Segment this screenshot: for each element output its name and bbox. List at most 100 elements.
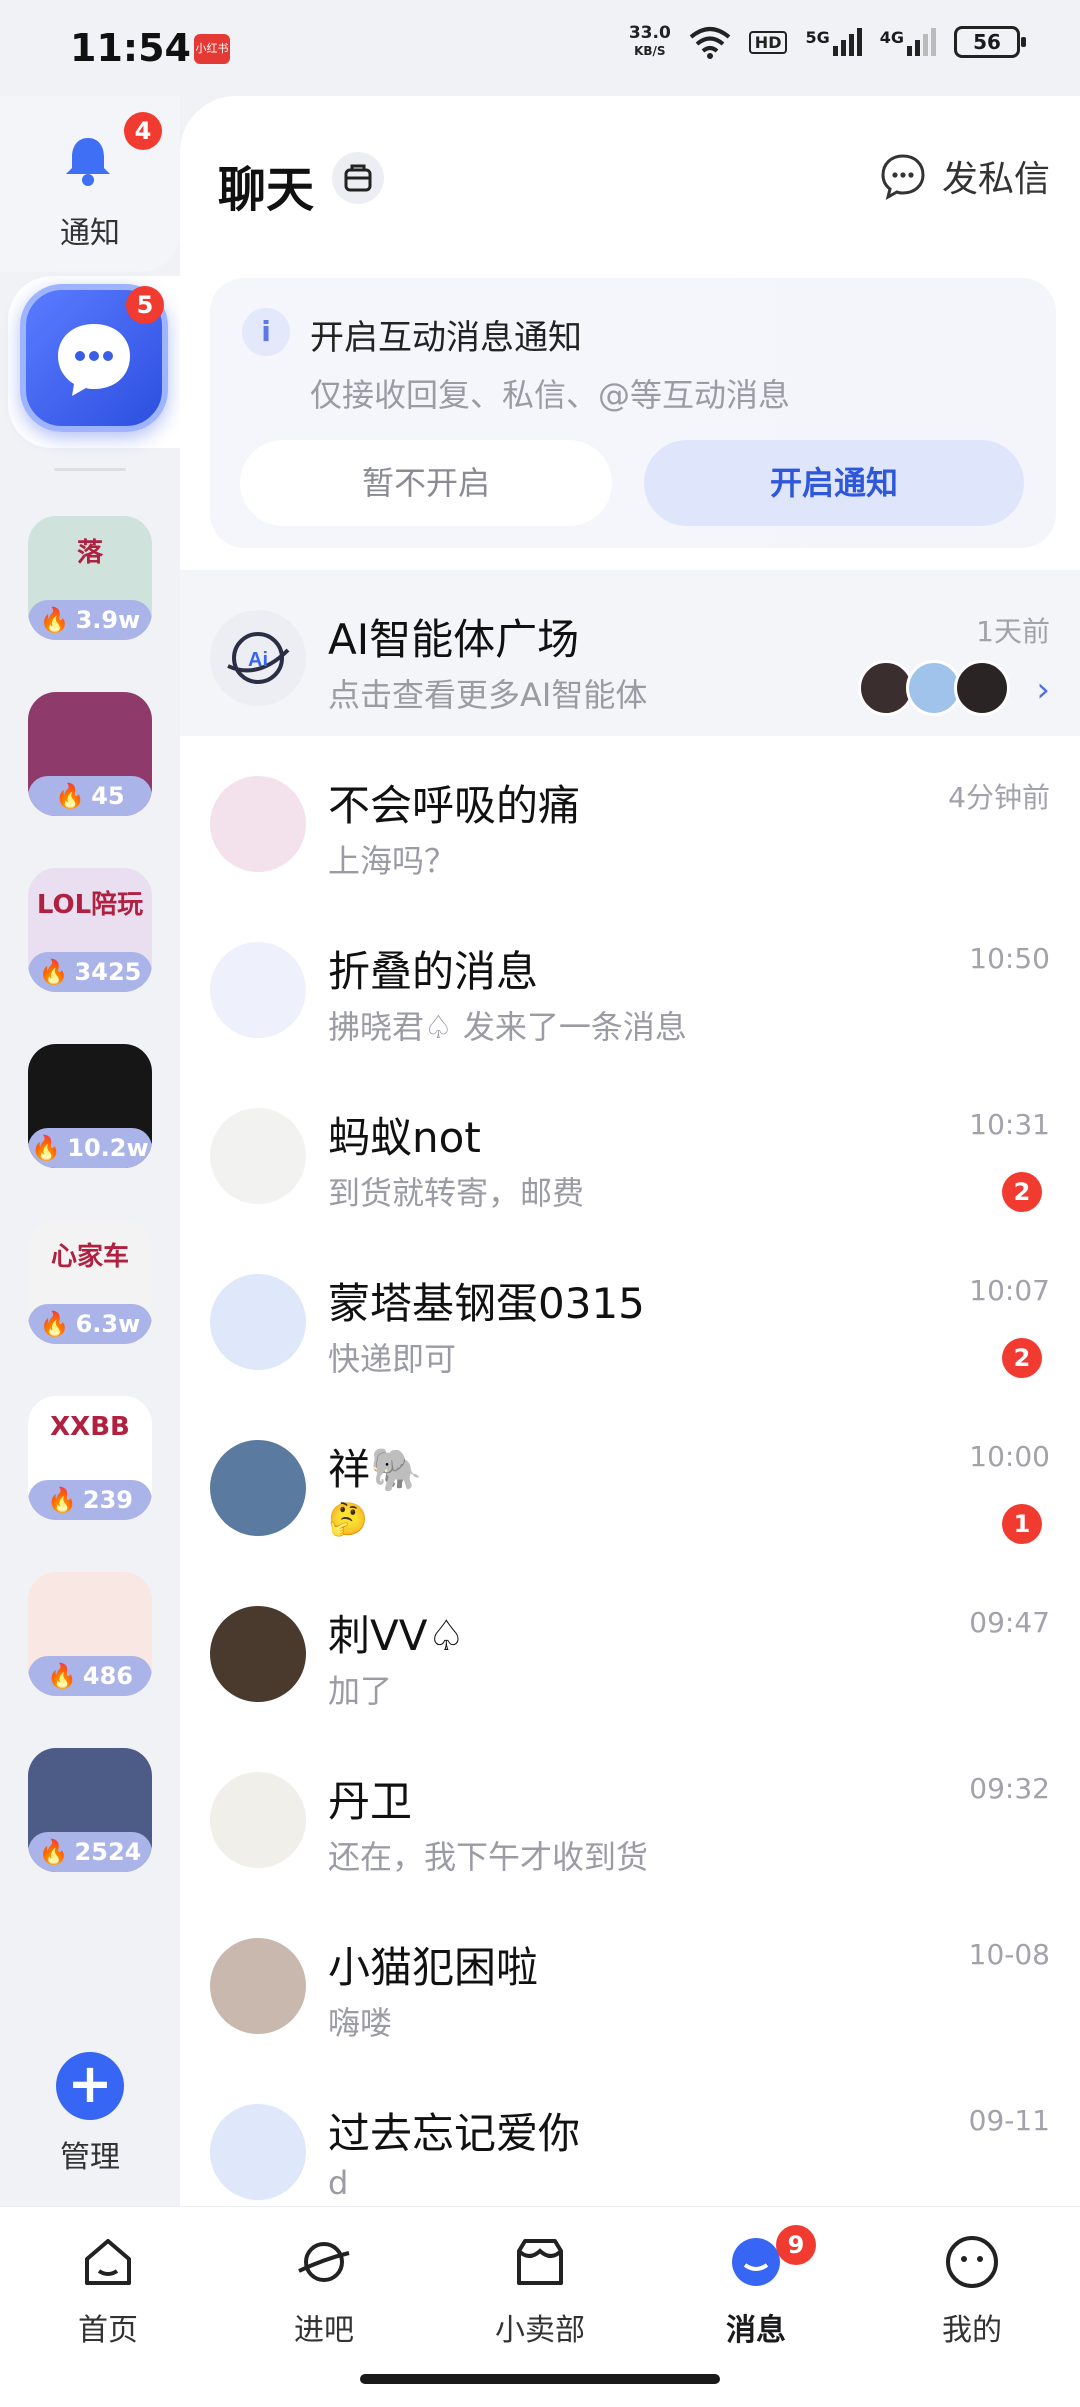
nav-forum[interactable]: 进吧	[254, 2231, 394, 2349]
chat-time: 10-08	[968, 1938, 1050, 1971]
chat-preview: d	[328, 2164, 349, 2202]
chat-badge: 5	[126, 286, 164, 324]
avatar	[210, 942, 306, 1038]
status-app-badge: 小红书	[194, 34, 230, 64]
fire-icon: 🔥	[55, 782, 86, 810]
fire-icon: 🔥	[39, 1310, 70, 1338]
chat-time: 10:50	[969, 942, 1050, 975]
chat-row[interactable]: 祥🐘 🤔 10:00 1	[180, 1400, 1080, 1566]
unread-badge: 2	[1002, 1172, 1042, 1212]
home-indicator[interactable]	[360, 2374, 720, 2384]
nav-home[interactable]: 首页	[38, 2231, 178, 2349]
rail-forum-item[interactable]: 🔥 2524	[28, 1748, 152, 1872]
notification-prompt-subtitle: 仅接收回复、私信、@等互动消息	[310, 376, 791, 414]
chat-time: 4分钟前	[948, 781, 1050, 814]
chat-time: 10:07	[969, 1274, 1050, 1307]
nav-home-label: 首页	[78, 2313, 138, 2348]
nav-messages[interactable]: 消息 9	[686, 2225, 826, 2349]
planet-icon	[298, 2242, 350, 2282]
chat-time: 09:32	[969, 1772, 1050, 1805]
chat-preview: 还在，我下午才收到货	[328, 1838, 649, 1876]
fire-icon: 🔥	[38, 1838, 69, 1866]
chat-name: 过去忘记爱你	[328, 2109, 581, 2158]
status-icons: 33.0 KB/S HD 5G 4G 56	[629, 24, 1026, 60]
chat-row[interactable]: 丹卫还在，我下午才收到货 09:32	[180, 1732, 1080, 1898]
chat-row[interactable]: 不会呼吸的痛 上海吗？ 4分钟前	[180, 736, 1080, 902]
ai-agent-plaza-row[interactable]: Ai AI智能体广场 点击查看更多AI智能体 1天前 ›	[180, 570, 1080, 736]
fire-icon: 🔥	[38, 958, 69, 986]
avatar	[210, 1772, 306, 1868]
rail-chat-active[interactable]: 5	[8, 276, 180, 448]
rail-forum-item[interactable]: 心家车 🔥 6.3w	[28, 1220, 152, 1344]
ai-row-title: AI智能体广场	[328, 615, 580, 664]
avatar	[210, 1108, 306, 1204]
chat-name: 丹卫	[328, 1777, 413, 1826]
ai-row-subtitle: 点击查看更多AI智能体	[328, 676, 648, 714]
nav-shop[interactable]: 小卖部	[470, 2231, 610, 2349]
ai-agent-avatars	[858, 660, 1010, 716]
fire-icon: 🔥	[39, 606, 70, 634]
chat-preview: 快递即可	[328, 1340, 457, 1378]
forum-name: XXBB	[50, 1412, 130, 1442]
page-title: 聊天	[218, 162, 315, 218]
chat-row[interactable]: 折叠的消息 拂晓君♤ 发来了一条消息 10:50	[180, 902, 1080, 1068]
chat-time: 10:31	[969, 1108, 1050, 1141]
bag-svg	[344, 164, 372, 192]
message-bubble-icon	[881, 154, 925, 200]
chat-row[interactable]: 小猫犯困啦 嗨喽 10-08	[180, 1898, 1080, 2064]
rail-divider	[54, 468, 126, 471]
chat-preview: 拂晓君♤ 发来了一条消息	[328, 1008, 687, 1046]
hd-icon: HD	[748, 30, 788, 54]
chat-time: 10:00	[969, 1440, 1050, 1473]
home-icon	[85, 2239, 131, 2285]
nav-messages-label: 消息	[726, 2313, 786, 2348]
rail-forum-item[interactable]: 🔥 45	[28, 692, 152, 816]
forum-heat: 🔥 239	[28, 1480, 152, 1520]
nav-profile[interactable]: 我的	[902, 2231, 1042, 2349]
manage-label: 管理	[60, 2140, 120, 2175]
battery-icon: 56	[954, 26, 1026, 58]
chat-preview: 加了	[328, 1672, 393, 1710]
chat-row[interactable]: 过去忘记爱你 d 09-11	[180, 2064, 1080, 2206]
left-rail: 4 通知 5 落 🔥 3.9w 🔥 45 LOL陪玩 🔥 3425 🔥 10.2w 心家车 🔥 6.3w…	[0, 96, 180, 2206]
forum-heat: 🔥 2524	[28, 1832, 152, 1872]
forum-heat: 🔥 45	[28, 776, 152, 816]
decline-notification-button[interactable]: 暂不开启	[240, 440, 612, 526]
chat-name: 刺VV♤	[328, 1611, 466, 1660]
forum-heat: 🔥 10.2w	[28, 1128, 152, 1168]
send-dm-button[interactable]: 发私信	[878, 150, 1050, 202]
face-icon	[946, 2236, 998, 2288]
chat-row[interactable]: 蚂蚁not 到货就转寄，邮费 10:31 2	[180, 1068, 1080, 1234]
enable-notification-button[interactable]: 开启通知	[644, 440, 1024, 526]
status-time: 11:54	[70, 26, 191, 70]
ai-agent-icon: Ai	[210, 610, 306, 706]
avatar	[210, 1440, 306, 1536]
wifi-icon	[689, 27, 731, 59]
chat-time: 09:47	[969, 1606, 1050, 1639]
chat-row[interactable]: 刺VV♤ 加了 09:47	[180, 1566, 1080, 1732]
manage-button[interactable]: +	[56, 2052, 124, 2120]
rail-notifications[interactable]: 4 通知	[0, 96, 180, 272]
chat-name: 小猫犯困啦	[328, 1943, 539, 1992]
chat-name: 蒙塔基钢蛋0315	[328, 1279, 645, 1328]
fire-icon: 🔥	[47, 1662, 77, 1690]
rail-forum-item[interactable]: XXBB 🔥 239	[28, 1396, 152, 1520]
chat-time: 09-11	[968, 2104, 1050, 2137]
nav-forum-label: 进吧	[294, 2313, 354, 2348]
rail-forum-item[interactable]: 🔥 10.2w	[28, 1044, 152, 1168]
forum-heat: 🔥 6.3w	[28, 1304, 152, 1344]
chat-row[interactable]: 蒙塔基钢蛋0315 快递即可 10:07 2	[180, 1234, 1080, 1400]
bell-icon	[66, 138, 110, 186]
avatar	[210, 1606, 306, 1702]
rail-forum-item[interactable]: 落 🔥 3.9w	[28, 516, 152, 640]
bag-icon[interactable]	[332, 152, 384, 204]
ai-row-time: 1天前	[976, 615, 1050, 648]
unread-badge: 2	[1002, 1338, 1042, 1378]
chat-name: 祥🐘	[328, 1445, 423, 1494]
rail-forum-item[interactable]: LOL陪玩 🔥 3425	[28, 868, 152, 992]
rail-forum-item[interactable]: 🔥 486	[28, 1572, 152, 1696]
nav-profile-label: 我的	[942, 2313, 1002, 2348]
status-bar: 11:54 小红书 33.0 KB/S HD 5G 4G 56	[0, 0, 1080, 96]
chat-preview: 到货就转寄，邮费	[328, 1174, 585, 1212]
forum-name: 心家车	[50, 1242, 129, 1272]
